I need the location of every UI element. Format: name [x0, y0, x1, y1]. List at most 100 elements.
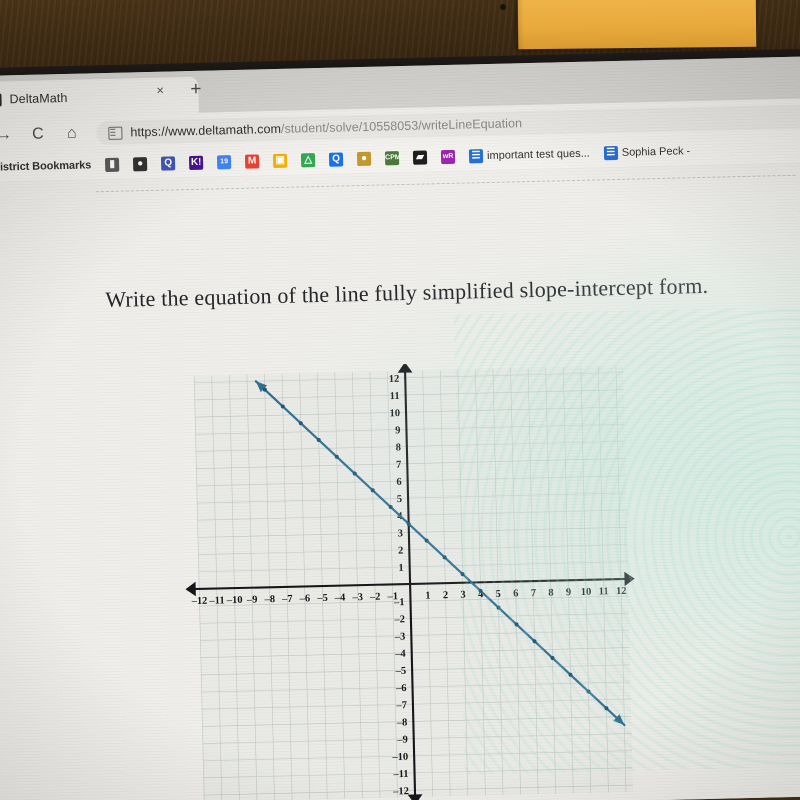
cpm-bookmark-icon: CPM — [384, 151, 401, 166]
y-tick-label: 7 — [396, 460, 402, 471]
docs-bookmark-important[interactable]: ☰ important test ques... — [468, 147, 590, 164]
y-tick-label: 5 — [397, 494, 403, 505]
x-tick-label: ‒5 — [316, 593, 328, 604]
y-tick-label: 2 — [398, 546, 404, 557]
y-tick-label: 8 — [396, 442, 402, 453]
screenshot-root: DeltaMath × + → C ⌂ https://www.deltamat… — [0, 0, 800, 800]
y-tick-label: ‒8 — [396, 717, 408, 728]
quizlet-bookmark-icon: Q — [161, 156, 176, 171]
y-tick-label: 1 — [398, 563, 404, 574]
y-tick-label: ‒11 — [392, 769, 408, 780]
kahoot-bookmark[interactable]: K! — [189, 155, 204, 171]
y-tick-label: ‒3 — [394, 631, 406, 642]
y-tick-label: 3 — [398, 528, 404, 539]
x-tick-label: 7 — [531, 588, 537, 599]
address-bar-url: https://www.deltamath.com/student/solve/… — [130, 116, 522, 139]
y-tick-label: ‒1 — [393, 597, 405, 608]
y-tick-label: ‒9 — [396, 735, 408, 746]
reload-icon[interactable]: C — [29, 125, 46, 142]
problem-prompt: Write the equation of the line fully sim… — [105, 272, 709, 313]
quizlet-bookmark[interactable]: Q — [161, 156, 176, 171]
desmos-bookmark-icon: ● — [356, 151, 372, 167]
laptop-screen: DeltaMath × + → C ⌂ https://www.deltamat… — [0, 55, 800, 800]
folder-bookmark-icon: ▮ — [105, 157, 120, 173]
x-tick-label: 5 — [495, 589, 501, 600]
browser-tab[interactable]: DeltaMath — [0, 76, 199, 118]
x-tick-label: 9 — [566, 587, 572, 598]
x-tick-label: 3 — [460, 590, 466, 601]
x-tick-label: 6 — [513, 588, 519, 599]
x-tick-label: 2 — [443, 590, 449, 601]
cpm-bookmark[interactable]: CPM — [384, 151, 401, 166]
docs-bookmark-sophia-icon: ☰ — [603, 145, 618, 161]
contacts-bookmark[interactable]: ▣ — [272, 153, 288, 169]
x-tick-label: ‒9 — [246, 595, 258, 606]
navigation-controls: → C ⌂ — [0, 125, 81, 144]
y-tick-label: ‒7 — [395, 700, 407, 711]
page-divider — [95, 174, 796, 193]
y-tick-label: 10 — [389, 408, 400, 419]
docs-bookmark-important-label: important test ques... — [486, 147, 590, 163]
x-axis-label: x — [637, 571, 640, 586]
bookmarks-folder-label[interactable]: District Bookmarks — [0, 159, 91, 173]
docs-bookmark-sophia-label: Sophia Peck - — [621, 145, 691, 159]
y-axis-arrow-down — [407, 794, 423, 800]
gmail-bookmark[interactable]: M — [245, 154, 260, 169]
y-tick-label: ‒5 — [395, 666, 407, 677]
browser-tab-title: DeltaMath — [9, 90, 68, 107]
classroom-bookmark-icon: ▰ — [412, 150, 428, 165]
new-tab-icon[interactable]: + — [190, 79, 202, 100]
home-icon[interactable]: ⌂ — [63, 125, 80, 142]
url-path: /student/solve/10558053/writeLineEquatio… — [280, 116, 523, 136]
drive-bookmark-icon: △ — [300, 153, 316, 168]
x-axis-arrow-left — [185, 581, 196, 597]
close-icon[interactable]: × — [156, 83, 164, 98]
url-scheme: https://www.deltamath.com — [130, 121, 282, 140]
y-tick-label: 6 — [396, 477, 402, 488]
x-tick-label: ‒4 — [334, 592, 347, 603]
globe-bookmark-icon: ● — [133, 157, 148, 172]
x-tick-label: 1 — [425, 590, 431, 601]
deltamath-page: Write the equation of the line fully sim… — [0, 161, 800, 800]
drive-bookmark[interactable]: △ — [300, 153, 316, 168]
x-tick-label: ‒8 — [263, 594, 275, 605]
y-axis-label: y — [397, 359, 405, 362]
y-tick-label: ‒6 — [395, 683, 407, 694]
deltamath-favicon-icon — [0, 92, 2, 107]
x-tick-label: ‒7 — [281, 594, 293, 605]
calendar-bookmark[interactable]: 19 — [217, 155, 232, 170]
globe-bookmark[interactable]: ● — [133, 157, 148, 172]
calendar-bookmark-icon: 19 — [217, 155, 232, 170]
document-icon — [108, 126, 123, 140]
coordinate-graph: ‒12 ‒11 ‒10 ‒9 ‒8 ‒7 ‒6 ‒5 ‒4 ‒3 ‒2 ‒1 1 2 3 4 5 6 7 8 9 10 11… — [180, 359, 640, 800]
docs-bookmark-important-icon: ☰ — [468, 149, 484, 164]
x-tick-label: ‒11 — [208, 595, 224, 606]
y-tick-label: ‒12 — [392, 786, 409, 797]
forward-arrow-icon[interactable]: → — [0, 126, 13, 143]
x-tick-label: 8 — [548, 588, 554, 599]
docs-bookmark-sophia[interactable]: ☰ Sophia Peck - — [603, 144, 691, 161]
x-tick-label: ‒10 — [226, 595, 243, 606]
coordinate-plane-svg: ‒12 ‒11 ‒10 ‒9 ‒8 ‒7 ‒6 ‒5 ‒4 ‒3 ‒2 ‒1 1 2 3 4 5 6 7 8 9 10 11… — [185, 359, 640, 800]
desmos-bookmark[interactable]: ● — [356, 151, 372, 167]
folder-bookmark[interactable]: ▮ — [105, 157, 120, 173]
y-tick-label: ‒4 — [394, 649, 407, 660]
quizizz-bookmark-icon: Q — [328, 152, 344, 167]
x-axis-arrow-right — [624, 571, 635, 587]
y-tick-label: 11 — [390, 391, 400, 402]
x-tick-label: 10 — [581, 587, 592, 598]
gmail-bookmark-icon: M — [245, 154, 260, 169]
x-tick-label: ‒12 — [191, 596, 208, 607]
y-tick-label: ‒2 — [393, 614, 405, 625]
x-tick-label: ‒6 — [299, 593, 311, 604]
kahoot-bookmark-icon: K! — [189, 155, 204, 171]
sticky-note — [517, 0, 757, 50]
y-axis-arrow-up — [397, 362, 413, 373]
x-tick-label: 11 — [599, 586, 609, 597]
quizizz-bookmark[interactable]: Q — [328, 152, 344, 167]
wr-bookmark-icon: wR — [440, 149, 456, 165]
classroom-bookmark[interactable]: ▰ — [412, 150, 428, 165]
desk-hole — [500, 4, 506, 10]
wr-bookmark[interactable]: wR — [440, 149, 456, 165]
y-tick-label: 12 — [389, 374, 400, 385]
